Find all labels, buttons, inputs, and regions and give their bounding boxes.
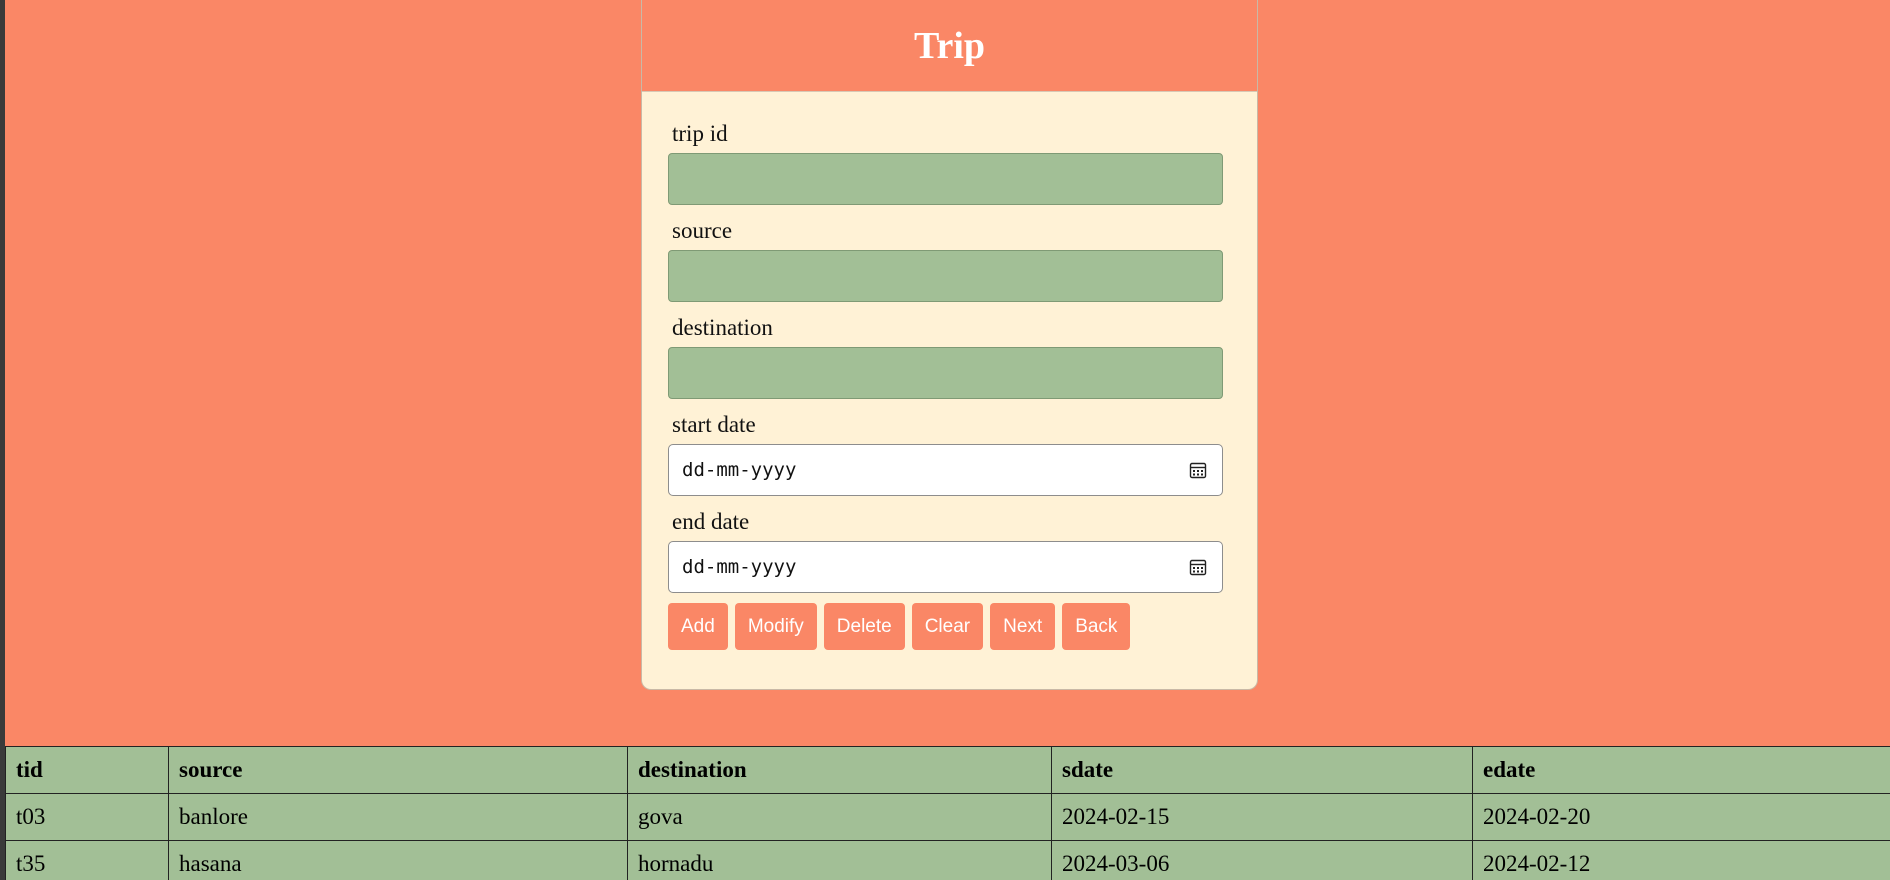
delete-button[interactable]: Delete	[823, 603, 905, 650]
cell-sdate: 2024-03-06	[1051, 840, 1473, 880]
destination-label: destination	[672, 315, 773, 340]
start-date-input[interactable]: dd-mm-yyyy	[668, 444, 1223, 496]
end-date-input[interactable]: dd-mm-yyyy	[668, 541, 1223, 593]
start-date-field-group: start date dd-mm-yyyy	[668, 411, 1223, 496]
source-input[interactable]	[668, 250, 1223, 302]
next-button[interactable]: Next	[990, 603, 1056, 650]
table-row[interactable]: t03 banlore gova 2024-02-15 2024-02-20	[5, 793, 1890, 841]
cell-sdate: 2024-02-15	[1051, 793, 1473, 841]
cell-source: hasana	[168, 840, 628, 880]
back-button[interactable]: Back	[1062, 603, 1131, 650]
cell-edate: 2024-02-12	[1472, 840, 1890, 880]
header-tid: tid	[5, 746, 169, 794]
clear-button[interactable]: Clear	[911, 603, 984, 650]
table-header-row: tid source destination sdate edate	[5, 746, 1890, 794]
calendar-icon[interactable]	[1188, 557, 1208, 577]
cell-destination: hornadu	[627, 840, 1052, 880]
trip-id-label: trip id	[672, 121, 728, 146]
trip-form: trip id source destination start date dd…	[668, 120, 1223, 650]
calendar-icon[interactable]	[1188, 460, 1208, 480]
header-edate: edate	[1472, 746, 1890, 794]
add-button[interactable]: Add	[668, 603, 728, 650]
cell-tid: t35	[5, 840, 169, 880]
trip-table: tid source destination sdate edate t03 b…	[5, 746, 1890, 880]
cell-source: banlore	[168, 793, 628, 841]
source-field-group: source	[668, 217, 1223, 302]
destination-input[interactable]	[668, 347, 1223, 399]
source-label: source	[672, 218, 733, 243]
card-header: Trip	[642, 0, 1257, 92]
cell-edate: 2024-02-20	[1472, 793, 1890, 841]
header-destination: destination	[627, 746, 1052, 794]
end-date-label: end date	[672, 509, 750, 534]
trip-form-card: Trip trip id source destination start da…	[641, 0, 1258, 690]
page-title: Trip	[913, 24, 986, 67]
end-date-placeholder: dd-mm-yyyy	[682, 556, 797, 578]
start-date-label: start date	[672, 412, 756, 437]
start-date-placeholder: dd-mm-yyyy	[682, 459, 797, 481]
cell-destination: gova	[627, 793, 1052, 841]
destination-field-group: destination	[668, 314, 1223, 399]
table-row[interactable]: t35 hasana hornadu 2024-03-06 2024-02-12	[5, 840, 1890, 880]
modify-button[interactable]: Modify	[734, 603, 817, 650]
end-date-field-group: end date dd-mm-yyyy	[668, 508, 1223, 593]
trip-id-field-group: trip id	[668, 120, 1223, 205]
cell-tid: t03	[5, 793, 169, 841]
action-buttons: Add Modify Delete Clear Next Back	[668, 603, 1223, 650]
header-source: source	[168, 746, 628, 794]
header-sdate: sdate	[1051, 746, 1473, 794]
trip-table-container: tid source destination sdate edate t03 b…	[5, 746, 1890, 880]
page-background: Trip trip id source destination start da…	[5, 0, 1890, 880]
trip-id-input[interactable]	[668, 153, 1223, 205]
